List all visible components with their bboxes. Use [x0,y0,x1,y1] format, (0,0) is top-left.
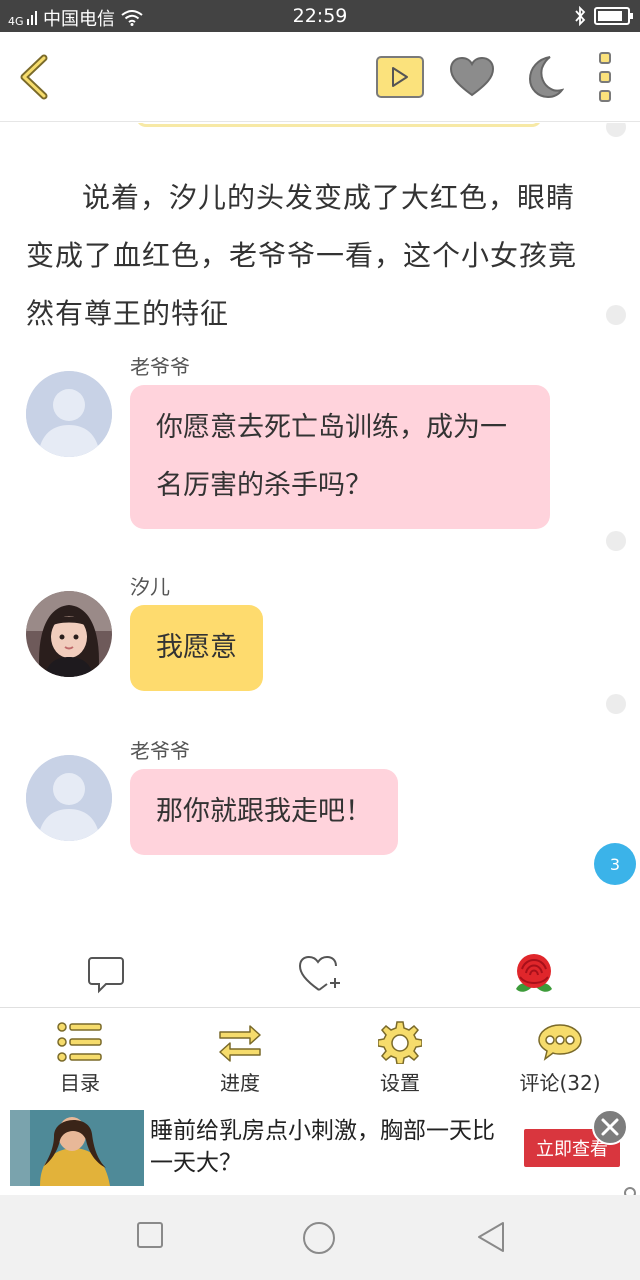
night-mode-button[interactable] [518,52,566,102]
battery-icon [594,7,633,25]
paragraph-comment-dot[interactable] [606,123,626,137]
action-row [0,940,640,1008]
comment-button[interactable] [82,950,130,998]
message-bubble: 你愿意去死亡岛训练，成为一名厉害的杀手吗？ [130,385,550,529]
speaker-name: 汐儿 [130,575,170,599]
back-icon [20,54,48,100]
nav-item-settings[interactable]: 设置 [320,1009,480,1103]
paragraph-comment-dot[interactable] [606,694,626,714]
list-icon [57,1019,103,1065]
nav-item-catalog[interactable]: 目录 [0,1009,160,1103]
back-triangle-icon [478,1222,504,1252]
home-icon [303,1222,335,1254]
paragraph-comment-dot[interactable] [606,531,626,551]
nav-label: 设置 [380,1071,420,1095]
more-button[interactable] [592,52,618,102]
girl-avatar-icon [26,591,112,677]
heart-icon [449,56,495,97]
system-nav-bar [0,1195,640,1280]
nav-label: 进度 [220,1071,260,1095]
home-button[interactable] [302,1221,336,1255]
chat-bubble-icon [537,1019,583,1065]
avatar[interactable] [26,755,112,841]
comment-icon [88,957,124,994]
bluetooth-icon [575,6,586,26]
more-icon [599,52,611,64]
rose-gift-button[interactable] [510,950,558,998]
like-button[interactable] [296,950,344,998]
previous-bubble [136,123,542,127]
message-bubble: 我愿意 [130,605,263,691]
narration-paragraph: 说着，汐儿的头发变成了大红色，眼睛变成了血红色，老爷爷一看，这个小女孩竟然有尊王… [26,181,578,330]
avatar[interactable] [26,591,112,677]
nav-item-progress[interactable]: 进度 [160,1009,320,1103]
play-icon [392,67,408,87]
gear-icon [378,1019,422,1065]
rose-icon [516,954,552,992]
battery-level [598,11,622,21]
moon-icon [528,56,564,99]
play-button[interactable] [376,56,424,98]
system-back-button[interactable] [476,1221,506,1253]
status-bar: 4G 中国电信 22:59 [0,0,640,32]
recents-button[interactable] [136,1221,164,1249]
unread-badge[interactable]: 3 [594,843,636,885]
ad-text[interactable]: 睡前给乳房点小刺激，胸部一天比一天大？ [150,1115,500,1179]
reader-toolbar [0,32,640,122]
speaker-name: 老爷爷 [130,355,190,379]
ad-image[interactable] [10,1110,144,1186]
nav-label: 目录 [60,1071,100,1095]
message-bubble: 那你就跟我走吧！ [130,769,398,855]
clock: 22:59 [292,5,348,27]
story-content[interactable]: 说着，汐儿的头发变成了大红色，眼睛变成了血红色，老爷爷一看，这个小女孩竟然有尊王… [0,123,640,1008]
back-button[interactable] [14,50,54,104]
more-icon [599,71,611,83]
more-icon [599,90,611,102]
default-avatar-icon [26,755,112,841]
recents-icon [137,1222,163,1248]
paragraph-comment-dot[interactable] [606,305,626,325]
nav-label: 评论(32) [519,1071,601,1095]
ad-banner[interactable]: 睡前给乳房点小刺激，胸部一天比一天大？ 立即查看 [0,1103,640,1199]
bottom-nav: 目录 进度 设置 评论(32) [0,1009,640,1103]
like-icon [298,955,340,991]
progress-arrows-icon [216,1019,264,1065]
close-icon [601,1118,619,1136]
avatar[interactable] [26,371,112,457]
ad-close-button[interactable] [592,1109,628,1145]
nav-item-comments[interactable]: 评论(32) [480,1009,640,1103]
default-avatar-icon [26,371,112,457]
status-right [574,6,633,26]
speaker-name: 老爷爷 [130,739,190,763]
favorite-button[interactable] [448,54,496,100]
